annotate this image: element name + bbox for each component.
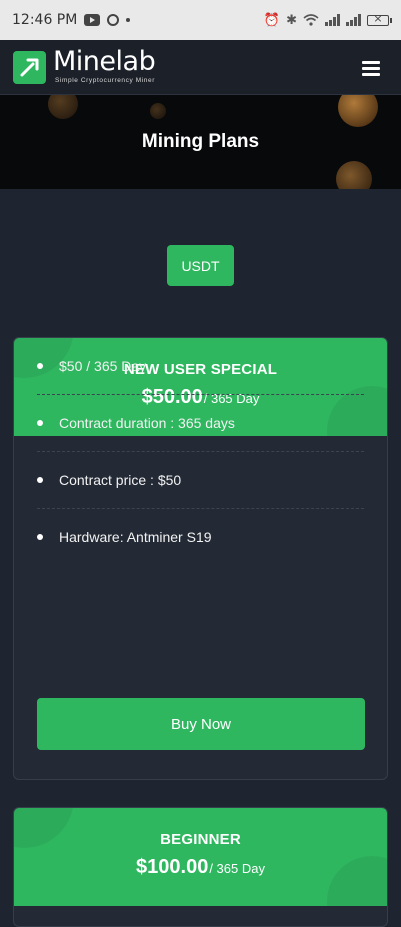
status-bar: 12:46 PM ⏰ ✱ ×: [0, 0, 401, 40]
coin-decoration: [338, 95, 378, 127]
plan-card-header: BEGINNER $100.00/ 365 Day: [14, 808, 387, 906]
minelab-logo-icon[interactable]: [13, 51, 46, 84]
bluetooth-icon: ✱: [286, 12, 297, 28]
signal-icon-2: [346, 14, 361, 26]
signal-icon: [325, 14, 340, 26]
dot-icon: [126, 18, 131, 22]
hero-banner: Mining Plans: [0, 95, 401, 189]
plan-name: BEGINNER: [160, 831, 241, 848]
brand-tagline: Simple Cryptocurrency Miner: [55, 77, 156, 84]
plan-feature-text: Hardware: Antminer S19: [59, 529, 212, 545]
plan-price-amount: $100.00: [136, 856, 209, 878]
coin-decoration: [150, 103, 166, 119]
buy-now-button[interactable]: Buy Now: [37, 698, 365, 750]
bullet-icon: [37, 477, 43, 483]
plan-feature-item: Contract duration : 365 days: [37, 395, 364, 452]
plan-features-list: $50 / 365 Day Contract duration : 365 da…: [14, 338, 387, 565]
plan-feature-item: Hardware: Antminer S19: [37, 509, 364, 565]
bullet-icon: [37, 363, 43, 369]
coin-decoration: [48, 95, 78, 119]
top-navbar: Minelab Simple Cryptocurrency Miner: [0, 40, 401, 95]
plan-feature-text: Contract duration : 365 days: [59, 415, 235, 431]
brand-name[interactable]: Minelab: [53, 47, 156, 77]
bullet-icon: [37, 534, 43, 540]
whatsapp-icon: [107, 14, 120, 26]
plan-card-new-user-special: NEW USER SPECIAL $50.00/ 365 Day $50 / 3…: [13, 337, 388, 780]
plan-price-period: / 365 Day: [209, 861, 265, 876]
hamburger-menu-icon[interactable]: [362, 61, 380, 76]
plan-feature-item: $50 / 365 Day: [37, 338, 364, 395]
alarm-icon: ⏰: [263, 12, 281, 28]
coin-decoration: [336, 161, 372, 189]
plan-card-beginner: BEGINNER $100.00/ 365 Day: [13, 807, 388, 927]
youtube-icon: [84, 14, 101, 26]
plan-price: $100.00/ 365 Day: [14, 856, 387, 879]
plan-feature-text: Contract price : $50: [59, 472, 182, 488]
plan-feature-text: $50 / 365 Day: [59, 358, 147, 374]
currency-usdt-button[interactable]: USDT: [167, 245, 234, 286]
page-title: Mining Plans: [141, 131, 260, 152]
status-time: 12:46 PM: [12, 12, 78, 28]
wifi-icon: [303, 14, 319, 26]
bullet-icon: [37, 420, 43, 426]
battery-icon: ×: [367, 12, 392, 26]
plan-feature-item: Contract price : $50: [37, 452, 364, 509]
